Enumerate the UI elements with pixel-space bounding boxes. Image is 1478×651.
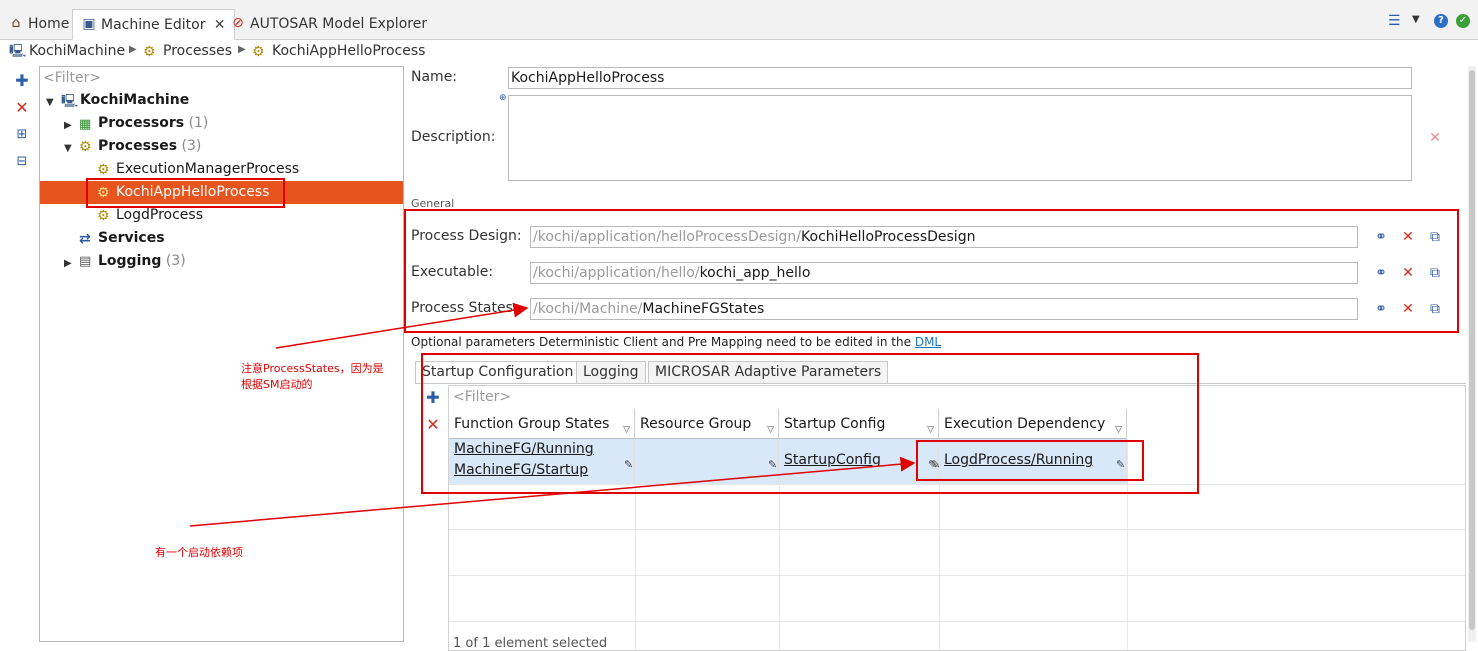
annotation-arrow-process-states — [275, 302, 529, 349]
annotation-note-process-states: 注意ProcessStates，因为是 根据SM启动的 — [241, 362, 384, 391]
annotation-note-dependency: 有一个启动依赖项 — [155, 546, 243, 559]
annotation-arrow-execution-dependency — [189, 456, 916, 527]
